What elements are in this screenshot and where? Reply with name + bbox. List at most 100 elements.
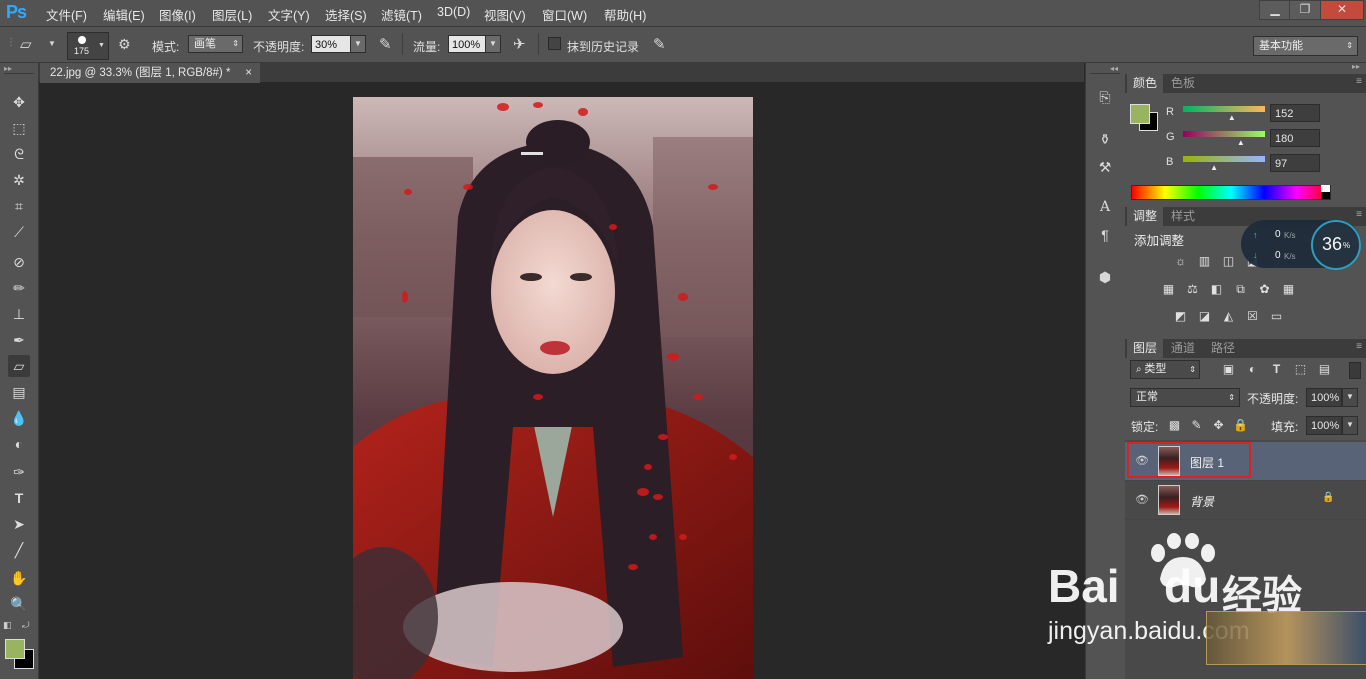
hand-tool-icon[interactable]: ✋ [8, 567, 30, 589]
eyedropper-tool-icon[interactable]: ⟋ [8, 221, 30, 243]
restore-button[interactable]: ❐ [1289, 0, 1321, 20]
zoom-tool-icon[interactable]: 🔍 [8, 593, 30, 615]
menu-3d[interactable]: 3D(D) [437, 5, 470, 19]
menu-image[interactable]: 图像(I) [159, 5, 196, 24]
eraser-tool-icon[interactable]: ▱ [8, 355, 30, 377]
color-balance-icon[interactable]: ⚖ [1185, 283, 1200, 296]
workspace-select[interactable]: 基本功能 ⇕ [1253, 36, 1358, 56]
b-slider[interactable] [1183, 156, 1265, 162]
photo-filter-icon[interactable]: ⧉ [1233, 283, 1248, 296]
collapse-icon[interactable]: ▸▸ [4, 64, 12, 73]
invert-icon[interactable]: ◩ [1173, 310, 1188, 323]
layer-opacity-input[interactable]: 100% [1306, 388, 1342, 407]
filter-shape-icon[interactable]: ⬚ [1293, 363, 1308, 376]
close-button[interactable]: ✕ [1320, 0, 1364, 20]
lock-pixels-icon[interactable]: ✎ [1189, 419, 1204, 432]
selective-color-icon[interactable]: ☒ [1245, 310, 1260, 323]
r-slider[interactable] [1183, 106, 1265, 112]
tab-styles[interactable]: 样式 [1165, 207, 1201, 226]
tab-swatches[interactable]: 色板 [1165, 74, 1201, 93]
default-colors-icon[interactable]: ◧ [3, 620, 12, 631]
line-tool-icon[interactable]: ╱ [8, 539, 30, 561]
tab-channels[interactable]: 通道 [1165, 339, 1201, 358]
white-swatch[interactable] [1321, 185, 1330, 192]
g-slider-thumb[interactable]: ▲ [1237, 138, 1245, 147]
eraser-tool-icon[interactable]: ▱ [20, 35, 32, 53]
fill-dropdown[interactable]: ▼ [1342, 416, 1358, 435]
b-value-input[interactable]: 97 [1270, 154, 1320, 172]
erase-history-checkbox[interactable] [548, 37, 561, 50]
g-slider[interactable] [1183, 131, 1265, 137]
brush-presets-icon[interactable]: ⚱ [1095, 129, 1115, 149]
layer-name[interactable]: 背景 [1190, 493, 1214, 510]
paragraph-panel-icon[interactable]: ¶ [1095, 225, 1115, 245]
collapse-icon[interactable]: ▸▸ [1127, 62, 1360, 71]
path-selection-tool-icon[interactable]: ➤ [8, 513, 30, 535]
black-swatch[interactable] [1321, 192, 1330, 199]
tab-adjustments[interactable]: 调整 [1127, 207, 1164, 226]
pressure-opacity-icon[interactable]: ✎ [379, 35, 392, 53]
layer-filter-select[interactable]: ⌕ 类型 ⇕ [1130, 360, 1200, 379]
3d-panel-icon[interactable]: ⬢ [1095, 267, 1115, 287]
menu-help[interactable]: 帮助(H) [604, 5, 646, 24]
filter-type-icon[interactable]: T [1269, 363, 1284, 376]
history-panel-icon[interactable]: ⎘ [1095, 87, 1115, 107]
channel-mixer-icon[interactable]: ✿ [1257, 283, 1272, 296]
opacity-dropdown-button[interactable]: ▼ [350, 35, 366, 53]
minimize-button[interactable]: ▁ [1259, 0, 1291, 20]
mode-select[interactable]: 画笔 ⇕ [188, 35, 243, 53]
lock-position-icon[interactable]: ✥ [1211, 419, 1226, 432]
black-white-icon[interactable]: ◧ [1209, 283, 1224, 296]
move-tool-icon[interactable]: ✥ [8, 91, 30, 113]
lasso-tool-icon[interactable]: ᘓ [8, 143, 30, 165]
dodge-tool-icon[interactable]: ◐ [8, 433, 30, 455]
menu-window[interactable]: 窗口(W) [542, 5, 587, 24]
lock-transparent-icon[interactable]: ▩ [1167, 419, 1182, 432]
panel-menu-icon[interactable]: ≡ [1356, 76, 1362, 87]
filter-toggle[interactable] [1349, 362, 1361, 379]
menu-file[interactable]: 文件(F) [46, 5, 87, 24]
menu-filter[interactable]: 滤镜(T) [381, 5, 422, 24]
opacity-input[interactable]: 30% [311, 35, 351, 53]
healing-brush-tool-icon[interactable]: ⊘ [8, 251, 30, 273]
flow-dropdown-button[interactable]: ▼ [485, 35, 501, 53]
g-value-input[interactable]: 180 [1270, 129, 1320, 147]
levels-icon[interactable]: ▥ [1197, 255, 1212, 268]
clone-stamp-tool-icon[interactable]: ⊥ [8, 303, 30, 325]
brush-preset-picker[interactable]: 175 ▼ [67, 32, 109, 60]
panel-menu-icon[interactable]: ≡ [1356, 209, 1362, 220]
threshold-icon[interactable]: ◭ [1221, 310, 1236, 323]
character-panel-icon[interactable]: A [1095, 197, 1115, 217]
airbrush-icon[interactable]: ✈ [513, 35, 526, 53]
layer-row[interactable]: 👁 背景 🔒 [1125, 481, 1366, 520]
tool-presets-icon[interactable]: ⚒ [1095, 157, 1115, 177]
filter-adjustment-icon[interactable]: ◐ [1245, 363, 1260, 376]
brush-panel-icon[interactable]: ⚙ [118, 36, 131, 53]
gradient-map-icon[interactable]: ▭ [1269, 310, 1284, 323]
posterize-icon[interactable]: ◪ [1197, 310, 1212, 323]
lock-all-icon[interactable]: 🔒 [1233, 419, 1248, 432]
network-speed-widget[interactable]: ↑ 0 K/s ↓ 0 K/s 36 % [1241, 220, 1361, 270]
menu-view[interactable]: 视图(V) [484, 5, 526, 24]
curves-icon[interactable]: ◫ [1221, 255, 1236, 268]
b-slider-thumb[interactable]: ▲ [1210, 163, 1218, 172]
crop-tool-icon[interactable]: ⌗ [8, 195, 30, 217]
swap-colors-icon[interactable]: ⤾ [22, 620, 30, 631]
menu-select[interactable]: 选择(S) [325, 5, 367, 24]
menu-layer[interactable]: 图层(L) [212, 5, 252, 24]
filter-pixel-icon[interactable]: ▣ [1221, 363, 1236, 376]
tab-paths[interactable]: 路径 [1205, 339, 1241, 358]
blend-mode-select[interactable]: 正常 ⇕ [1130, 388, 1240, 407]
chevron-down-icon[interactable]: ▼ [48, 39, 56, 48]
pen-tool-icon[interactable]: ✑ [8, 461, 30, 483]
brightness-icon[interactable]: ☼ [1173, 255, 1188, 268]
filter-smart-object-icon[interactable]: ▤ [1317, 363, 1332, 376]
fill-input[interactable]: 100% [1306, 416, 1342, 435]
panel-menu-icon[interactable]: ≡ [1356, 341, 1362, 352]
tab-color[interactable]: 颜色 [1127, 74, 1164, 93]
blur-tool-icon[interactable]: 💧 [8, 407, 30, 429]
foreground-color-swatch[interactable] [5, 639, 25, 659]
foreground-color-swatch[interactable] [1130, 104, 1150, 124]
gradient-tool-icon[interactable]: ▤ [8, 381, 30, 403]
close-tab-icon[interactable]: × [245, 63, 252, 83]
